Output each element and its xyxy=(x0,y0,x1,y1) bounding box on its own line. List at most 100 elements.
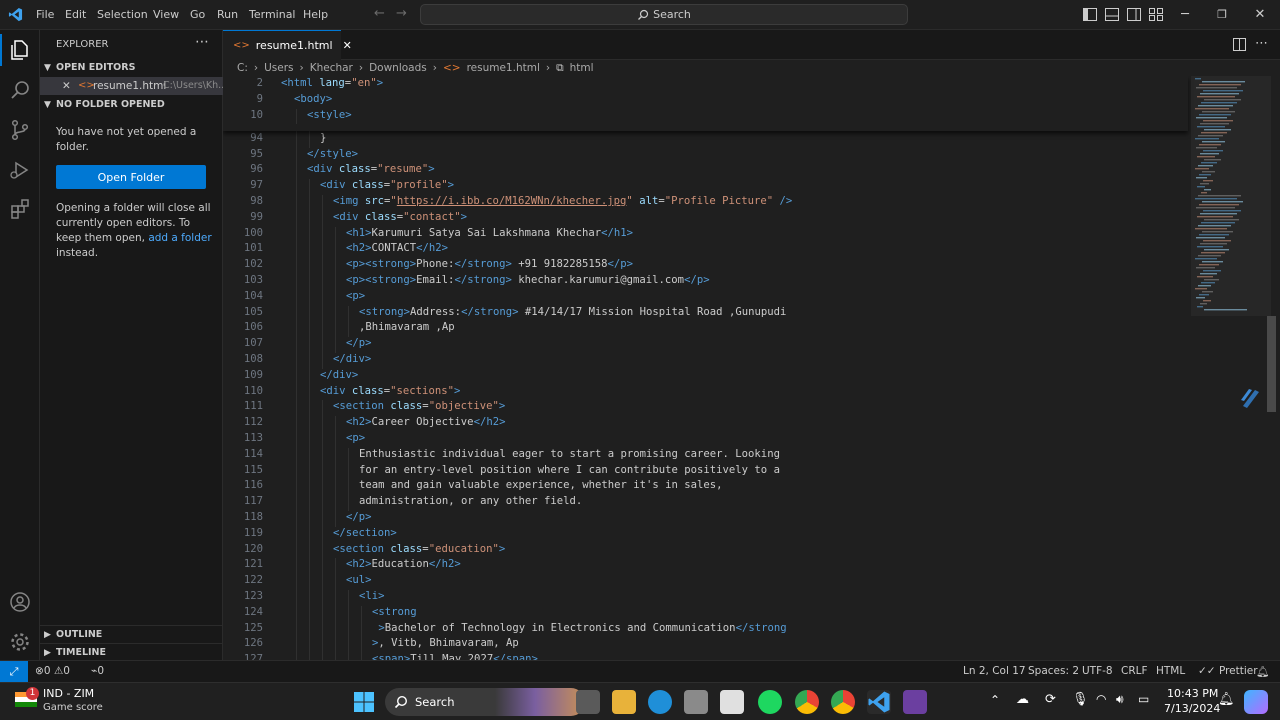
breadcrumb-file[interactable]: resume1.html xyxy=(467,62,540,74)
microphone-icon[interactable]: 🎙︎ xyxy=(1072,692,1089,707)
taskbar-search-box[interactable]: Search xyxy=(385,688,585,716)
code-line[interactable]: 97 <div class="profile"> xyxy=(223,179,1183,195)
search-view-icon[interactable] xyxy=(8,78,32,102)
code-line[interactable]: 113 <p> xyxy=(223,432,1183,448)
spotify-icon[interactable] xyxy=(758,690,782,714)
notifications-bell-icon[interactable]: 🔔︎ xyxy=(1256,665,1269,678)
code-line[interactable]: 96 <div class="resume"> xyxy=(223,163,1183,180)
more-actions-icon[interactable]: ⋯ xyxy=(1255,36,1268,51)
windows-start-icon[interactable] xyxy=(352,690,376,714)
command-center-search[interactable]: Search xyxy=(420,4,908,25)
customize-layout-icon[interactable] xyxy=(1149,8,1163,21)
code-line[interactable]: 103 <p><strong>Email:</strong> khechar.ka… xyxy=(223,274,1183,290)
code-line[interactable]: 102 <p><strong>Phone:</strong> +91 918228… xyxy=(223,258,1183,274)
open-editors-header[interactable]: ▼ OPEN EDITORS xyxy=(40,59,223,77)
task-view-icon[interactable] xyxy=(576,690,600,714)
extensions-icon[interactable] xyxy=(8,198,32,222)
code-line[interactable]: 122 <ul> xyxy=(223,574,1183,590)
code-line[interactable]: 105 <strong>Address:</strong> #14/14/17 M… xyxy=(223,305,1183,322)
explorer-icon[interactable] xyxy=(8,38,32,62)
code-line[interactable]: 112 <h2>Career Objective</h2> xyxy=(223,416,1183,432)
open-folder-button[interactable]: Open Folder xyxy=(56,165,206,189)
menu-selection[interactable]: Selection xyxy=(97,8,148,21)
code-editor[interactable]: 2<html lang="en">9<body>10<style> 91li s… xyxy=(223,76,1280,660)
menu-go[interactable]: Go xyxy=(190,8,205,21)
microsoft-store-icon[interactable] xyxy=(720,690,744,714)
breadcrumb-html[interactable]: html xyxy=(570,62,594,74)
battery-icon[interactable]: ▭ xyxy=(1138,692,1149,706)
code-line[interactable]: 9 <body> xyxy=(223,93,1183,109)
code-line[interactable]: 121 <h2>Education</h2> xyxy=(223,558,1183,575)
prettier-status[interactable]: ✓✓ Prettier xyxy=(1198,665,1258,677)
code-line[interactable]: 106 ,Bhimavaram ,Ap xyxy=(223,321,1183,338)
menu-help[interactable]: Help xyxy=(303,8,328,21)
code-line[interactable]: 110 <div class="sections"> xyxy=(223,384,1183,401)
minimize-icon[interactable]: ─ xyxy=(1175,5,1195,25)
menu-terminal[interactable]: Terminal xyxy=(249,8,296,21)
accounts-icon[interactable] xyxy=(8,590,32,614)
vertical-scrollbar[interactable] xyxy=(1267,316,1276,412)
no-folder-header[interactable]: ▼ NO FOLDER OPENED xyxy=(40,96,223,114)
sticky-scroll[interactable]: 2 <html lang="en"> 9 <body> 10 <style> xyxy=(223,76,1188,131)
clock-date[interactable]: 7/13/2024 xyxy=(1164,702,1220,715)
maximize-icon[interactable]: ❐ xyxy=(1212,5,1232,25)
volume-icon[interactable]: 🔊︎ xyxy=(1116,692,1124,707)
forward-arrow-icon[interactable]: → xyxy=(396,6,407,21)
weather-subtitle[interactable]: Game score xyxy=(43,702,103,713)
close-editor-icon[interactable]: ✕ xyxy=(62,77,71,95)
breadcrumb-users[interactable]: Users xyxy=(264,62,293,74)
run-debug-icon[interactable] xyxy=(8,158,32,182)
code-line[interactable]: 116 team and gain valuable experience, wh… xyxy=(223,479,1183,496)
notification-bell-icon[interactable]: 🔔︎ xyxy=(1218,692,1235,707)
code-line[interactable]: 111 <section class="objective"> xyxy=(223,400,1183,417)
code-line[interactable]: 126 >, Vitb, Bhimavaram, Ap xyxy=(223,637,1183,654)
language-mode[interactable]: HTML xyxy=(1156,665,1185,677)
code-line[interactable]: 101 <h2>CONTACT</h2> xyxy=(223,242,1183,259)
minimap-slider[interactable] xyxy=(1191,76,1271,316)
store-icon[interactable] xyxy=(684,690,708,714)
split-editor-icon[interactable] xyxy=(1233,38,1246,51)
code-line[interactable]: 114 Enthusiastic individual eager to star… xyxy=(223,447,1183,464)
breadcrumb-drive[interactable]: C: xyxy=(237,62,248,74)
code-line[interactable]: 123 <li> xyxy=(223,590,1183,606)
breadcrumb-khechar[interactable]: Khechar xyxy=(310,62,353,74)
code-line[interactable]: 108 </div> xyxy=(223,353,1183,369)
code-line[interactable]: 107 </p> xyxy=(223,337,1183,353)
file-explorer-icon[interactable] xyxy=(612,690,636,714)
menu-view[interactable]: View xyxy=(153,8,179,21)
add-folder-link[interactable]: add a folder xyxy=(148,232,211,244)
manage-gear-icon[interactable] xyxy=(8,630,32,654)
breadcrumb-downloads[interactable]: Downloads xyxy=(369,62,427,74)
vscode-taskbar-icon[interactable] xyxy=(867,690,891,714)
snipping-tool-icon[interactable] xyxy=(903,690,927,714)
weather-title[interactable]: IND - ZIM xyxy=(43,687,94,700)
chrome-icon[interactable] xyxy=(795,690,819,714)
indentation[interactable]: Spaces: 2 xyxy=(1028,665,1079,677)
wifi-icon[interactable]: ◠ xyxy=(1096,692,1106,706)
code-line[interactable]: 104 <p> xyxy=(223,289,1183,306)
toggle-secondary-sidebar-icon[interactable] xyxy=(1127,8,1141,21)
code-line[interactable]: 124 <strong xyxy=(223,605,1183,622)
chrome-profile-icon[interactable] xyxy=(831,690,855,714)
code-line[interactable]: 109 </div> xyxy=(223,368,1183,385)
close-window-icon[interactable]: ✕ xyxy=(1250,5,1270,25)
more-actions-icon[interactable]: ⋯ xyxy=(195,34,209,50)
code-line[interactable]: 117 administration, or any other field. xyxy=(223,495,1183,511)
remote-indicator-icon[interactable]: ⤢ xyxy=(0,661,28,683)
edge-browser-icon[interactable] xyxy=(648,690,672,714)
code-line[interactable]: 98 <img src="https://i.ibb.co/M162WNn/khe… xyxy=(223,195,1183,211)
code-line[interactable]: 119 </section> xyxy=(223,526,1183,543)
menu-edit[interactable]: Edit xyxy=(65,8,86,21)
sync-icon[interactable]: ⟳ xyxy=(1045,692,1056,707)
show-hidden-icons-chevron-icon[interactable]: ⌃ xyxy=(990,693,1000,707)
code-line[interactable]: 127 <span>Till May 2027</span> xyxy=(223,653,1183,660)
minimap[interactable] xyxy=(1191,76,1271,660)
problems-indicator[interactable]: ⊗0 ⚠0 xyxy=(35,665,70,677)
line-ending[interactable]: CRLF xyxy=(1121,665,1148,677)
menu-file[interactable]: File xyxy=(36,8,54,21)
menu-run[interactable]: Run xyxy=(217,8,238,21)
code-line[interactable]: 120 <section class="education"> xyxy=(223,542,1183,559)
toggle-primary-sidebar-icon[interactable] xyxy=(1083,8,1097,21)
code-line[interactable]: 10 <style> xyxy=(223,108,1183,125)
code-line[interactable]: 99 <div class="contact"> xyxy=(223,210,1183,227)
